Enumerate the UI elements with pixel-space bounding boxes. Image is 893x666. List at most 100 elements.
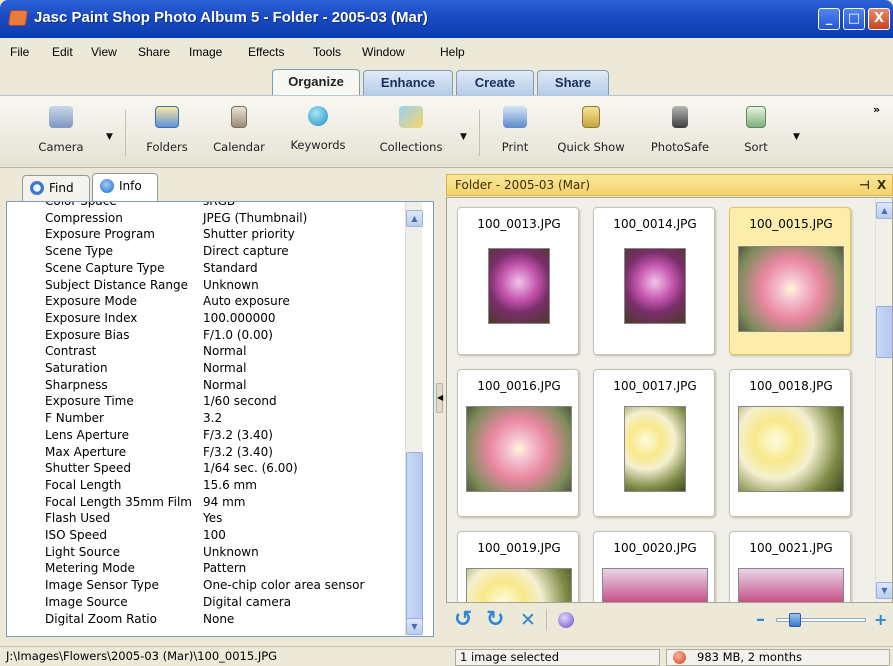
camera-label: Camera xyxy=(38,140,84,154)
toolbar-overflow-icon[interactable]: » xyxy=(873,103,880,116)
folders-button[interactable]: Folders xyxy=(140,106,194,154)
quick-show-label: Quick Show xyxy=(557,140,625,154)
thumbnail-card[interactable]: 100_0014.JPG xyxy=(593,207,715,355)
thumbnail-scrollbar[interactable]: ▲ ▼ xyxy=(875,198,892,602)
menu-help[interactable]: Help xyxy=(440,45,465,59)
info-value: Normal xyxy=(203,377,247,392)
sort-button[interactable]: Sort xyxy=(736,106,776,154)
menu-view[interactable]: View xyxy=(91,45,117,59)
quick-show-button[interactable]: Quick Show xyxy=(553,106,629,154)
thumbnail-scroll-thumb[interactable] xyxy=(876,306,892,358)
keywords-button[interactable]: Keywords xyxy=(283,106,353,152)
tab-info-label: Info xyxy=(119,179,142,193)
info-key: Sharpness xyxy=(45,377,108,392)
info-value: 1/64 sec. (6.00) xyxy=(203,461,298,476)
orb-icon[interactable] xyxy=(558,612,574,628)
info-key: Exposure Program xyxy=(45,227,155,242)
info-row: Scene Type Direct capture xyxy=(45,243,407,260)
thumbnail-card[interactable]: 100_0016.JPG xyxy=(457,369,579,517)
photosafe-button[interactable]: PhotoSafe xyxy=(645,106,715,154)
folders-label: Folders xyxy=(146,140,188,154)
close-button[interactable]: X xyxy=(868,8,890,30)
camera-dropdown-icon[interactable]: ▼ xyxy=(106,132,113,142)
scroll-up-icon[interactable]: ▲ xyxy=(876,202,892,219)
rotate-left-icon[interactable]: ↺ xyxy=(454,609,472,631)
thumbnail-image xyxy=(624,248,686,324)
zoom-out-icon[interactable]: – xyxy=(756,609,765,631)
info-key: Shutter Speed xyxy=(45,461,131,476)
folder-panel-title: Folder - 2005-03 (Mar) xyxy=(455,178,590,192)
panel-splitter[interactable]: ◀ xyxy=(434,171,446,637)
minimize-button[interactable]: _ xyxy=(818,8,840,30)
print-button[interactable]: Print xyxy=(493,106,537,154)
thumbnail-filename: 100_0019.JPG xyxy=(477,541,561,555)
info-value: Normal xyxy=(203,361,247,375)
collapse-arrow-icon[interactable]: ◀ xyxy=(436,383,443,413)
print-icon xyxy=(503,106,527,128)
panel-close-icon[interactable]: X xyxy=(877,175,886,195)
menu-tools[interactable]: Tools xyxy=(313,45,341,59)
zoom-slider[interactable] xyxy=(776,613,866,627)
magnifier-icon xyxy=(30,181,44,195)
keywords-icon xyxy=(308,106,328,126)
menu-share[interactable]: Share xyxy=(138,45,170,59)
scroll-down-icon[interactable]: ▼ xyxy=(406,618,423,635)
title-bar: Jasc Paint Shop Photo Album 5 - Folder -… xyxy=(0,0,893,38)
thumbnail-card[interactable]: 100_0020.JPG xyxy=(593,531,715,602)
menu-window[interactable]: Window xyxy=(362,45,405,59)
info-value: Auto exposure xyxy=(203,294,290,309)
info-scroll-thumb[interactable] xyxy=(406,452,423,632)
collections-button[interactable]: Collections xyxy=(372,106,450,154)
info-key: Saturation xyxy=(45,361,108,375)
info-key: Color Space xyxy=(45,201,117,208)
info-key: Compression xyxy=(45,210,123,225)
tab-organize[interactable]: Organize xyxy=(272,69,360,96)
thumbnail-card[interactable]: 100_0013.JPG xyxy=(457,207,579,355)
delete-icon[interactable]: ✕ xyxy=(520,609,536,631)
zoom-slider-thumb[interactable] xyxy=(788,613,801,627)
sort-dropdown-icon[interactable]: ▼ xyxy=(793,132,800,142)
info-value: JPEG (Thumbnail) xyxy=(203,210,308,225)
rotate-right-icon[interactable]: ↻ xyxy=(486,609,504,631)
info-row: Light Source Unknown xyxy=(45,544,407,561)
tab-info[interactable]: Info xyxy=(92,173,158,201)
thumbnail-card[interactable]: 100_0019.JPG xyxy=(457,531,579,602)
collections-dropdown-icon[interactable]: ▼ xyxy=(460,132,467,142)
status-bar: J:\Images\Flowers\2005-03 (Mar)\100_0015… xyxy=(0,646,893,666)
info-value: F/3.2 (3.40) xyxy=(203,427,273,442)
camera-button[interactable]: Camera xyxy=(36,106,86,154)
thumbnail-card[interactable]: 100_0021.JPG xyxy=(729,531,851,602)
thumbnail-image xyxy=(624,406,686,492)
info-value: Shutter priority xyxy=(203,227,295,242)
menu-edit[interactable]: Edit xyxy=(52,45,73,59)
info-scrollbar[interactable]: ▲ ▼ xyxy=(405,202,423,636)
tab-create[interactable]: Create xyxy=(456,70,534,95)
info-key: Metering Mode xyxy=(45,561,135,576)
info-value: One-chip color area sensor xyxy=(203,578,365,593)
info-icon xyxy=(100,179,114,193)
scroll-down-icon[interactable]: ▼ xyxy=(876,582,892,599)
tab-find[interactable]: Find xyxy=(22,175,90,201)
info-row: Exposure Mode Auto exposure xyxy=(45,293,407,310)
info-value: 1/60 second xyxy=(203,394,277,409)
pin-icon[interactable]: ⊣ xyxy=(859,175,870,195)
tab-enhance[interactable]: Enhance xyxy=(363,70,453,95)
menu-image[interactable]: Image xyxy=(189,45,222,59)
collections-icon xyxy=(399,106,423,128)
thumbnail-card[interactable]: 100_0017.JPG xyxy=(593,369,715,517)
thumbnail-card[interactable]: 100_0018.JPG xyxy=(729,369,851,517)
tab-share[interactable]: Share xyxy=(537,70,609,95)
info-key: Light Source xyxy=(45,544,120,559)
scroll-up-icon[interactable]: ▲ xyxy=(406,210,423,227)
zoom-in-icon[interactable]: + xyxy=(874,609,887,631)
calendar-button[interactable]: Calendar xyxy=(208,106,270,154)
info-key: F Number xyxy=(45,411,104,426)
info-value: sRGB xyxy=(203,201,236,208)
info-row: F Number 3.2 xyxy=(45,410,407,427)
maximize-button[interactable]: □ xyxy=(843,8,865,30)
menu-file[interactable]: File xyxy=(10,45,29,59)
info-value: Unknown xyxy=(203,544,259,559)
menu-effects[interactable]: Effects xyxy=(248,45,284,59)
menu-bar: File Edit View Share Image Effects Tools… xyxy=(0,38,893,68)
thumbnail-card[interactable]: 100_0015.JPG xyxy=(729,207,851,355)
